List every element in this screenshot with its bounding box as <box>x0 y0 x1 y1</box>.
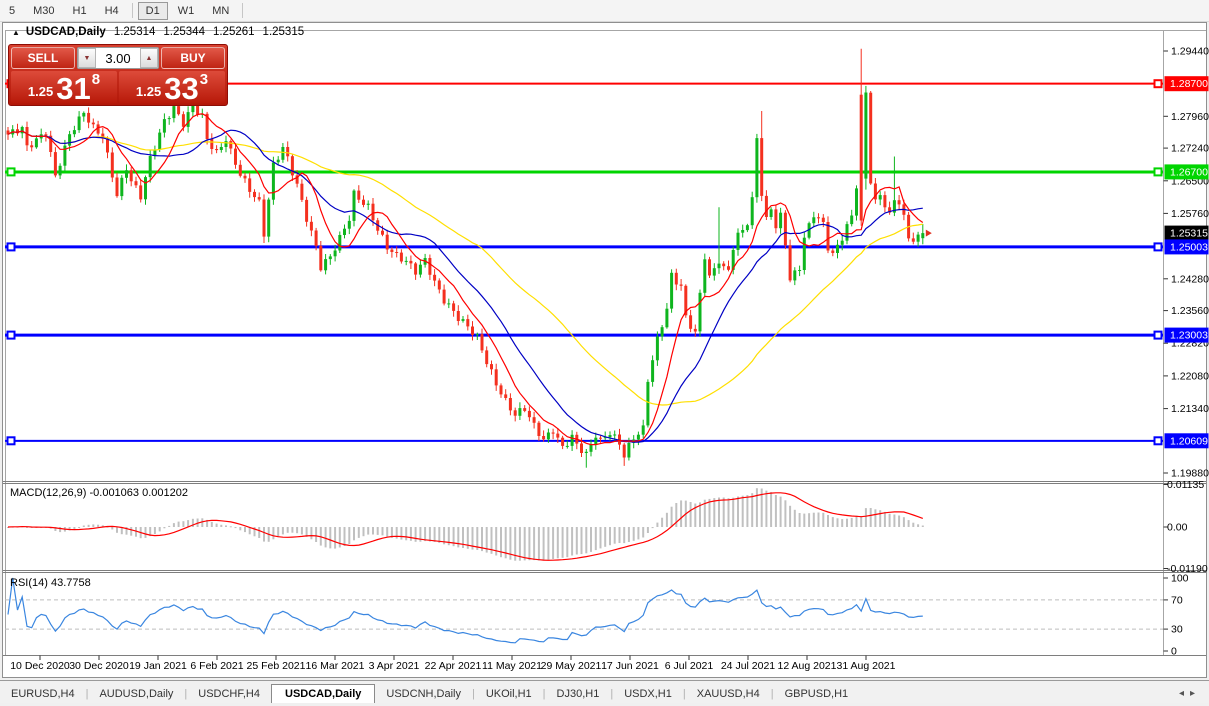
volume-spinner: ▼ 3.00 ▲ <box>77 47 159 69</box>
svg-text:1.23560: 1.23560 <box>1171 305 1209 317</box>
svg-text:1.25315: 1.25315 <box>1170 228 1208 240</box>
svg-text:100: 100 <box>1171 573 1189 585</box>
svg-text:12 Aug 2021: 12 Aug 2021 <box>778 660 837 672</box>
svg-text:25 Feb 2021: 25 Feb 2021 <box>247 660 306 672</box>
chart-tab-audusd[interactable]: AUDUSD,Daily <box>88 685 184 704</box>
main-chart-svg[interactable]: 1.294401.279601.272401.265001.257601.242… <box>0 22 1209 679</box>
timeframe-button-m30[interactable]: M30 <box>25 2 62 20</box>
timeframe-toolbar: 5 M30 H1 H4 D1 W1 MN <box>0 0 1209 22</box>
timeframe-button-w1[interactable]: W1 <box>170 2 203 20</box>
buy-price-display[interactable]: 1.25 33 3 <box>119 71 225 106</box>
svg-text:6 Jul 2021: 6 Jul 2021 <box>665 660 714 672</box>
sell-price-small: 1.25 <box>27 84 54 99</box>
chart-tab-ukoil[interactable]: UKOil,H1 <box>475 685 543 704</box>
svg-text:1.26700: 1.26700 <box>1170 166 1208 178</box>
svg-text:1.27240: 1.27240 <box>1171 143 1209 155</box>
svg-text:31 Aug 2021: 31 Aug 2021 <box>837 660 896 672</box>
svg-text:1.24280: 1.24280 <box>1171 273 1209 285</box>
chart-tab-usdchf[interactable]: USDCHF,H4 <box>187 685 271 704</box>
sell-price-sup: 8 <box>91 71 101 88</box>
svg-text:0.00: 0.00 <box>1167 522 1188 534</box>
chart-tab-usdcnh[interactable]: USDCNH,Daily <box>375 685 472 704</box>
svg-text:29 May 2021: 29 May 2021 <box>541 660 602 672</box>
volume-input[interactable]: 3.00 <box>96 48 140 68</box>
timeframe-button-d1[interactable]: D1 <box>137 1 168 20</box>
collapse-arrow-icon[interactable]: ▲ <box>12 28 20 37</box>
svg-text:17 Jun 2021: 17 Jun 2021 <box>601 660 659 672</box>
ohlc-low: 1.25261 <box>212 26 255 38</box>
tab-scroll-arrows-icon[interactable]: ◂▸ <box>1179 688 1209 704</box>
svg-text:16 Mar 2021: 16 Mar 2021 <box>306 660 365 672</box>
svg-text:24 Jul 2021: 24 Jul 2021 <box>721 660 775 672</box>
rsi-indicator-label: RSI(14) 43.7758 <box>10 577 91 589</box>
chart-tab-dj30[interactable]: DJ30,H1 <box>546 685 611 704</box>
chart-tab-usdx[interactable]: USDX,H1 <box>613 685 683 704</box>
sell-button[interactable]: SELL <box>11 47 75 69</box>
svg-text:0.01135: 0.01135 <box>1167 479 1204 491</box>
svg-text:0: 0 <box>1171 646 1177 658</box>
buy-price-small: 1.25 <box>135 84 162 99</box>
svg-text:1.23003: 1.23003 <box>1170 330 1208 342</box>
volume-decrease-button[interactable]: ▼ <box>78 48 96 68</box>
one-click-trading-panel: SELL ▼ 3.00 ▲ BUY 1.25 31 8 1.25 33 3 <box>8 44 228 106</box>
svg-text:30: 30 <box>1171 624 1183 636</box>
svg-text:1.27960: 1.27960 <box>1171 111 1209 123</box>
ohlc-open: 1.25314 <box>113 26 156 38</box>
toolbar-separator <box>131 3 133 18</box>
chart-title: ▲ USDCAD,Daily 1.25314 1.25344 1.25261 1… <box>12 26 304 38</box>
chart-tab-gbpusd[interactable]: GBPUSD,H1 <box>774 685 860 704</box>
svg-text:1.19880: 1.19880 <box>1171 468 1209 480</box>
svg-text:11 May 2021: 11 May 2021 <box>482 660 542 672</box>
chart-tab-bar: EURUSD,H4 | AUDUSD,Daily | USDCHF,H4 USDCAD,D… <box>0 680 1209 705</box>
svg-text:22 Apr 2021: 22 Apr 2021 <box>425 660 482 672</box>
timeframe-button-h1[interactable]: H1 <box>65 2 95 20</box>
buy-price-big: 33 <box>164 71 199 106</box>
chart-tab-eurusd[interactable]: EURUSD,H4 <box>0 685 86 704</box>
svg-text:1.29440: 1.29440 <box>1171 46 1209 58</box>
svg-text:6 Feb 2021: 6 Feb 2021 <box>190 660 243 672</box>
timeframe-button-h4[interactable]: H4 <box>97 2 127 20</box>
toolbar-separator <box>242 3 244 18</box>
svg-text:1.25760: 1.25760 <box>1171 208 1209 220</box>
svg-text:19 Jan 2021: 19 Jan 2021 <box>129 660 187 672</box>
chart-symbol-label: USDCAD,Daily <box>25 26 106 38</box>
chart-tab-usdcad[interactable]: USDCAD,Daily <box>271 684 376 705</box>
ohlc-high: 1.25344 <box>163 26 205 38</box>
sell-price-display[interactable]: 1.25 31 8 <box>11 71 117 106</box>
ohlc-close: 1.25315 <box>262 26 305 38</box>
buy-price-sup: 3 <box>199 71 209 88</box>
timeframe-button-mn[interactable]: MN <box>204 2 237 20</box>
chart-tab-xauusd[interactable]: XAUUSD,H4 <box>686 685 771 704</box>
svg-text:1.20609: 1.20609 <box>1170 435 1208 447</box>
svg-text:3 Apr 2021: 3 Apr 2021 <box>369 660 420 672</box>
macd-indicator-label: MACD(12,26,9) -0.001063 0.001202 <box>10 487 188 499</box>
svg-text:30 Dec 2020: 30 Dec 2020 <box>69 660 129 672</box>
svg-text:1.25003: 1.25003 <box>1170 241 1208 253</box>
sell-price-big: 31 <box>56 71 91 106</box>
volume-increase-button[interactable]: ▲ <box>140 48 158 68</box>
buy-button[interactable]: BUY <box>161 47 225 69</box>
timeframe-button-5[interactable]: 5 <box>1 2 23 20</box>
svg-text:1.22080: 1.22080 <box>1171 370 1209 382</box>
svg-text:1.21340: 1.21340 <box>1171 403 1209 415</box>
svg-text:70: 70 <box>1171 594 1183 606</box>
svg-text:10 Dec 2020: 10 Dec 2020 <box>10 660 70 672</box>
svg-text:1.28700: 1.28700 <box>1170 78 1208 90</box>
